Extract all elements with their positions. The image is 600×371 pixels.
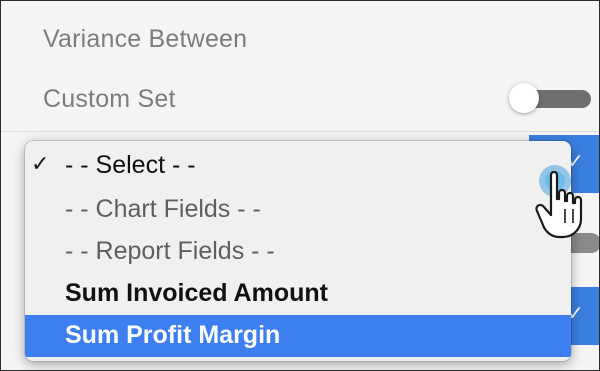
dropdown-option-select[interactable]: ✓ - - Select - - [25, 145, 571, 185]
hand-pointer-icon [533, 163, 593, 243]
toggle-knob [509, 83, 539, 113]
option-label: - - Select - - [65, 151, 196, 179]
screenshot-frame: Variance Between Custom Set ✓ ✓ ✓ - - Se… [0, 0, 600, 371]
checkmark-icon: ✓ [31, 152, 50, 177]
dropdown-option-sum-invoiced-amount[interactable]: Sum Invoiced Amount [25, 273, 571, 313]
option-label: - - Report Fields - - [65, 237, 275, 265]
custom-set-toggle[interactable] [509, 83, 591, 113]
dropdown-option-report-fields[interactable]: - - Report Fields - - [25, 231, 571, 271]
option-label: Sum Invoiced Amount [65, 279, 328, 307]
settings-panel: Variance Between Custom Set ✓ ✓ ✓ - - Se… [1, 1, 599, 370]
dropdown-option-sum-profit-margin[interactable]: Sum Profit Margin [25, 315, 571, 357]
option-label: - - Chart Fields - - [65, 195, 261, 223]
custom-set-label: Custom Set [43, 85, 176, 113]
divider [1, 131, 599, 132]
dropdown-option-chart-fields[interactable]: - - Chart Fields - - [25, 189, 571, 229]
field-select-dropdown[interactable]: ✓ - - Select - - - - Chart Fields - - - … [25, 141, 571, 361]
variance-between-label: Variance Between [43, 25, 248, 53]
option-label: Sum Profit Margin [65, 321, 281, 349]
